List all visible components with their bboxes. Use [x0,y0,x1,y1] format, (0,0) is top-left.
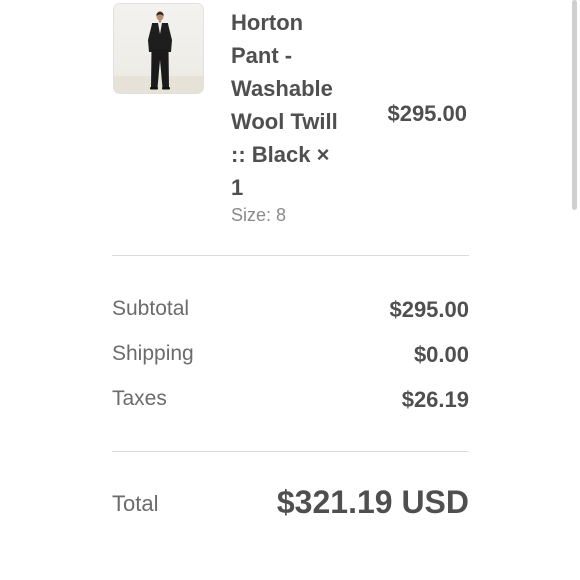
scrollbar[interactable] [572,0,577,210]
total-label: Total [112,491,159,516]
shipping-value: $0.00 [413,342,469,367]
product-price: $295.00 [387,101,467,126]
product-name[interactable]: Horton Pant - Washable Wool Twill :: Bla… [231,6,353,204]
divider [112,255,469,256]
subtotal-label: Subtotal [112,297,190,320]
shipping-label: Shipping [112,342,194,365]
subtotal-value: $295.00 [389,297,469,322]
total-value: $321.19 USD [276,484,469,520]
taxes-value: $26.19 [401,387,469,412]
product-photo-icon [114,11,203,93]
divider [112,451,469,452]
taxes-label: Taxes [112,387,167,410]
product-variant: Size: 8 [231,205,287,225]
product-thumbnail[interactable] [113,3,204,94]
